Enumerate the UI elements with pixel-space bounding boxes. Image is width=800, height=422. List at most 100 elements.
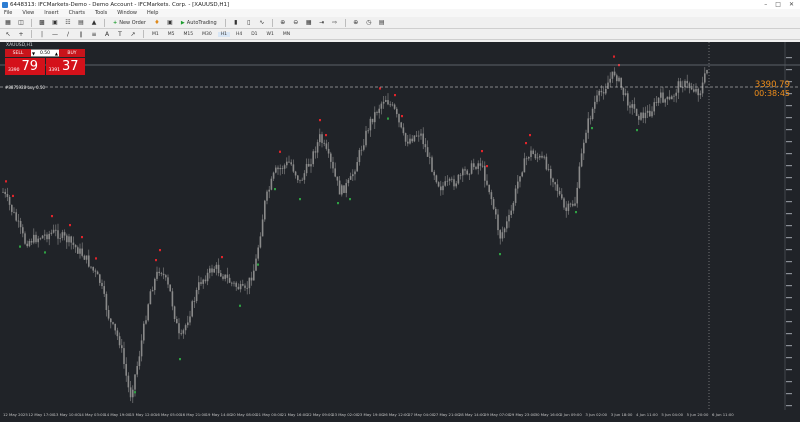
sell-signal-marker: [525, 142, 527, 145]
candle: [653, 98, 655, 116]
market-watch-icon[interactable]: ▩: [37, 18, 47, 28]
meta-editor-icon[interactable]: ♦: [152, 18, 162, 28]
chevron-down-icon[interactable]: ▼: [32, 51, 35, 56]
candle: [580, 148, 583, 168]
candle: [319, 128, 321, 147]
candle: [59, 233, 61, 243]
candle: [646, 105, 649, 118]
zoom-out-icon[interactable]: ⊖: [291, 18, 301, 28]
menu-bar: File View Insert Charts Tools Window Hel…: [0, 9, 800, 17]
sell-price-button[interactable]: 3390 79: [5, 58, 45, 75]
terminal-icon[interactable]: ▤: [76, 18, 86, 28]
timeframe-m15[interactable]: M15: [181, 32, 197, 37]
candle: [182, 328, 185, 339]
channel-icon[interactable]: ∥: [76, 29, 86, 39]
candle: [649, 104, 651, 117]
menu-view[interactable]: View: [22, 10, 34, 16]
candle: [437, 181, 440, 188]
candle: [193, 296, 196, 309]
bar-chart-icon[interactable]: ▮: [231, 18, 241, 28]
chevron-up-icon[interactable]: ▲: [55, 51, 58, 56]
candle: [127, 372, 130, 393]
zoom-in-icon[interactable]: ⊕: [278, 18, 288, 28]
lock-icon[interactable]: ▣: [165, 18, 175, 28]
candle: [79, 243, 81, 259]
menu-help[interactable]: Help: [147, 10, 158, 16]
timeframe-h1[interactable]: H1: [217, 31, 230, 37]
candle: [41, 235, 44, 239]
trendline-icon[interactable]: ∕: [63, 29, 73, 39]
buy-price-button[interactable]: 3391 37: [45, 58, 85, 75]
candle: [532, 148, 534, 155]
candle: [376, 110, 378, 116]
indicators-icon[interactable]: ⊕: [351, 18, 361, 28]
timeframe-m30[interactable]: M30: [199, 32, 215, 37]
time-axis-label: 3 Jun 02:00: [585, 412, 608, 417]
cursor-icon[interactable]: ↖: [3, 29, 13, 39]
time-axis-label: 21 May 16:00: [281, 412, 308, 417]
vertical-line-icon[interactable]: |: [37, 29, 47, 39]
candle: [253, 264, 255, 281]
candle: [305, 158, 308, 177]
candle: [85, 255, 88, 264]
auto-trading-button[interactable]: ▶ AutoTrading: [178, 18, 220, 28]
candle: [569, 202, 572, 208]
periods-icon[interactable]: ◷: [364, 18, 374, 28]
menu-tools[interactable]: Tools: [95, 10, 107, 16]
new-order-button[interactable]: + New Order: [110, 18, 149, 28]
sell-button[interactable]: SELL: [5, 49, 31, 57]
menu-file[interactable]: File: [4, 10, 12, 16]
app-icon: [2, 1, 8, 8]
tester-icon[interactable]: ▲: [89, 18, 99, 28]
buy-button[interactable]: BUY: [59, 49, 85, 57]
profiles-icon[interactable]: ◫: [16, 18, 26, 28]
data-window-icon[interactable]: ▣: [50, 18, 60, 28]
timeframe-m5[interactable]: M5: [165, 32, 178, 37]
price-chart[interactable]: XAUUSD,H1 SELL ▼ 0.50 ▲ BUY 3390 79 3391…: [0, 42, 800, 412]
tile-windows-icon[interactable]: ▦: [304, 18, 314, 28]
navigator-icon[interactable]: ☷: [63, 18, 73, 28]
candle: [211, 264, 213, 277]
candle: [55, 224, 57, 237]
chart-shift-icon[interactable]: ⇥: [317, 18, 327, 28]
timeframe-h4[interactable]: H4: [233, 32, 245, 37]
menu-charts[interactable]: Charts: [69, 10, 85, 16]
plus-icon: +: [113, 19, 118, 26]
candle: [171, 288, 174, 311]
timeframe-mn[interactable]: MN: [280, 32, 293, 37]
new-chart-icon[interactable]: ▦: [3, 18, 13, 28]
menu-window[interactable]: Window: [117, 10, 137, 16]
label-icon[interactable]: T: [115, 29, 125, 39]
candle: [327, 142, 330, 158]
timeframe-d1[interactable]: D1: [248, 32, 260, 37]
candle: [297, 175, 299, 183]
timeframe-m1[interactable]: M1: [149, 32, 162, 37]
candle: [679, 78, 682, 88]
autoscroll-icon[interactable]: ⇨: [330, 18, 340, 28]
time-axis-label: 23 May 19:00: [357, 412, 384, 417]
candle-chart-icon[interactable]: ▯: [244, 18, 254, 28]
crosshair-icon[interactable]: +: [16, 29, 26, 39]
volume-stepper[interactable]: ▼ 0.50 ▲: [31, 49, 59, 57]
arrows-icon[interactable]: ↗: [128, 29, 138, 39]
close-icon[interactable]: ✕: [789, 1, 794, 8]
candle: [228, 274, 231, 284]
candle: [167, 274, 169, 289]
horizontal-line-icon[interactable]: —: [50, 29, 60, 39]
candlestick-chart[interactable]: [0, 42, 800, 412]
candle: [162, 267, 165, 280]
minimize-icon[interactable]: –: [764, 1, 767, 8]
templates-icon[interactable]: ▤: [377, 18, 387, 28]
candle: [288, 155, 290, 164]
timeframe-w1[interactable]: W1: [264, 32, 277, 37]
line-chart-icon[interactable]: ∿: [257, 18, 267, 28]
fibonacci-icon[interactable]: ≡: [89, 29, 99, 39]
menu-insert[interactable]: Insert: [44, 10, 58, 16]
candle: [706, 69, 708, 75]
candle: [283, 163, 286, 175]
text-icon[interactable]: A: [102, 29, 112, 39]
candle: [638, 114, 640, 126]
maximize-icon[interactable]: □: [775, 1, 781, 8]
volume-input[interactable]: 0.50: [40, 51, 50, 56]
time-axis-label: 12 May 2025: [3, 412, 28, 417]
